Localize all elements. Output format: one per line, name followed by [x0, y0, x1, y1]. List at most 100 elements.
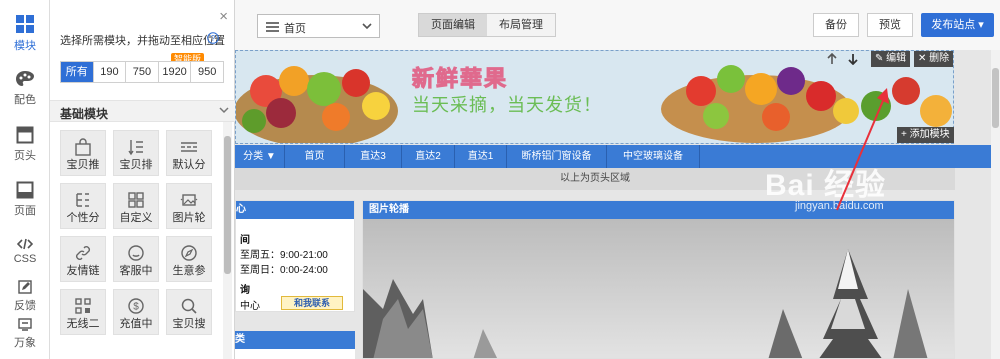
- delete-label: 删除: [929, 53, 950, 64]
- module-item-friend-link[interactable]: 友情链: [60, 236, 106, 282]
- rail-label: 模块: [14, 40, 36, 52]
- publish-label: 发布站点: [931, 19, 976, 31]
- carousel-image: [363, 219, 954, 358]
- rail-item-colors[interactable]: 配色: [0, 70, 50, 107]
- rail-item-modules[interactable]: 模块: [0, 14, 50, 53]
- service-module-title: 心: [236, 201, 354, 219]
- rail-label: 万象: [14, 337, 36, 349]
- compass-icon: [181, 245, 197, 261]
- plus-icon: +: [901, 129, 907, 140]
- tree-icon: [76, 193, 89, 207]
- module-item-business-advisor[interactable]: 生意参: [166, 236, 212, 282]
- svg-text:?: ?: [211, 34, 216, 43]
- module-item-wireless-qr[interactable]: 无线二: [60, 289, 106, 335]
- delete-module-button[interactable]: ✕ 删除: [914, 51, 954, 67]
- tab-layout-manage[interactable]: 布局管理: [487, 14, 555, 36]
- left-icon-rail: 模块 配色 页头 页面 CSS 反馈 万象: [0, 0, 50, 359]
- close-icon: ✕: [918, 53, 927, 64]
- chevron-down-icon: [362, 23, 372, 30]
- module-label: 充值中: [119, 318, 153, 330]
- image-carousel-module[interactable]: 图片轮播: [362, 200, 955, 359]
- basic-modules-title: 基础模块: [60, 107, 109, 121]
- image-carousel-icon: [180, 194, 198, 206]
- add-module-button[interactable]: + 添加模块: [897, 127, 954, 143]
- width-tab-950[interactable]: 950: [191, 62, 223, 82]
- module-item-recharge-center[interactable]: $ 充值中: [113, 289, 159, 335]
- rail-item-header[interactable]: 页头: [0, 126, 50, 163]
- width-tab-1920[interactable]: 1920: [159, 62, 192, 82]
- edit-module-button[interactable]: ✎ 编辑: [871, 51, 911, 67]
- width-tab-750[interactable]: 750: [126, 62, 159, 82]
- publish-site-button[interactable]: 发布站点 ▾: [921, 13, 994, 37]
- backup-button[interactable]: 备份: [813, 13, 859, 37]
- width-tab-190[interactable]: 190: [94, 62, 127, 82]
- customer-service-module[interactable]: 心 间 至周五：9:00-21:00 至周日：0:00-24:00 询 中心 和…: [235, 200, 355, 312]
- panel-scrollbar-thumb[interactable]: [224, 136, 231, 274]
- panel-scrollbar[interactable]: [223, 122, 232, 359]
- rail-label: 页面: [14, 205, 36, 217]
- link-icon: [76, 246, 90, 260]
- snowy-forest-image: [363, 219, 954, 358]
- caret-down-icon: ▾: [978, 19, 984, 31]
- module-item-default-category[interactable]: 默认分: [166, 130, 212, 176]
- module-label: 默认分: [172, 159, 206, 171]
- add-module-label: 添加模块: [909, 129, 950, 140]
- module-item-product-search[interactable]: 宝贝搜: [166, 289, 212, 335]
- category-list-icon: [181, 142, 197, 152]
- nav-item-home[interactable]: 首页: [285, 145, 345, 168]
- rail-label: CSS: [13, 253, 37, 265]
- rail-item-feedback[interactable]: 反馈: [0, 280, 50, 313]
- nav-item-aluminium-window[interactable]: 断桥铝门窗设备: [507, 145, 607, 168]
- nav-item-direct-3[interactable]: 直达3: [345, 145, 402, 168]
- edit-label: 编辑: [886, 53, 907, 64]
- move-up-icon[interactable]: [827, 53, 837, 65]
- service-center-label: 中心: [240, 301, 260, 312]
- tab-page-edit[interactable]: 页面编辑: [419, 14, 487, 36]
- canvas-scrollbar-thumb[interactable]: [992, 68, 999, 128]
- page-select[interactable]: 首页: [257, 14, 380, 38]
- top-toolbar: 首页 页面编辑 布局管理 备份 预览 发布站点 ▾: [235, 0, 1000, 50]
- nav-item-direct-1[interactable]: 直达1: [455, 145, 507, 168]
- module-item-custom[interactable]: 自定义: [113, 183, 159, 229]
- rail-item-page[interactable]: 页面: [0, 181, 50, 218]
- module-label: 生意参: [172, 265, 206, 277]
- nav-item-category[interactable]: 分类 ▼: [235, 145, 285, 168]
- category-module-title: 类: [235, 331, 355, 349]
- banner-title: 新鲜華果: [411, 66, 509, 92]
- help-icon[interactable]: ?: [207, 32, 219, 44]
- close-icon[interactable]: ×: [219, 9, 228, 24]
- move-down-icon[interactable]: [848, 53, 858, 65]
- module-label: 客服中: [119, 265, 153, 277]
- module-label: 自定义: [119, 212, 153, 224]
- module-label: 宝贝排: [119, 159, 153, 171]
- palette-icon: [16, 71, 34, 86]
- svg-text:$: $: [133, 302, 139, 313]
- contact-me-button[interactable]: 和我联系: [281, 296, 343, 310]
- rail-item-css[interactable]: CSS: [0, 238, 50, 265]
- preview-button[interactable]: 预览: [867, 13, 913, 37]
- panel-hint: 选择所需模块，并拖动至相应位置: [60, 35, 225, 47]
- module-item-product-recommend[interactable]: 宝贝推: [60, 130, 106, 176]
- nav-item-direct-2[interactable]: 直达2: [402, 145, 455, 168]
- feedback-pencil-icon: [18, 280, 32, 294]
- mode-tabs: 页面编辑 布局管理: [418, 13, 556, 37]
- rail-item-wanxiang[interactable]: 万象: [0, 318, 50, 350]
- module-item-product-rank[interactable]: 宝贝排: [113, 130, 159, 176]
- qr-code-icon: [75, 298, 91, 314]
- module-item-customer-service[interactable]: 客服中: [113, 236, 159, 282]
- sort-list-icon: [128, 140, 143, 156]
- basic-modules-header[interactable]: 基础模块: [50, 100, 235, 122]
- bag-icon: [75, 138, 91, 156]
- category-module[interactable]: 类: [235, 331, 355, 359]
- module-label: 图片轮: [172, 212, 206, 224]
- module-item-custom-category[interactable]: 个性分: [60, 183, 106, 229]
- service-hours-title: 间: [240, 235, 250, 246]
- width-tab-all[interactable]: 所有: [61, 62, 94, 82]
- dollar-coin-icon: $: [128, 298, 144, 314]
- page-icon: [16, 181, 34, 199]
- canvas-scrollbar[interactable]: [991, 50, 1000, 359]
- editor-canvas: 新鲜華果 当天采摘，当天发货！ ✎ 编辑 ✕ 删除 + 添加模块 分类 ▼ 首页…: [235, 50, 1000, 359]
- service-hours-weekend: 至周日：0:00-24:00: [240, 265, 328, 276]
- module-item-image-carousel[interactable]: 图片轮: [166, 183, 212, 229]
- nav-item-insulated-glass[interactable]: 中空玻璃设备: [607, 145, 700, 168]
